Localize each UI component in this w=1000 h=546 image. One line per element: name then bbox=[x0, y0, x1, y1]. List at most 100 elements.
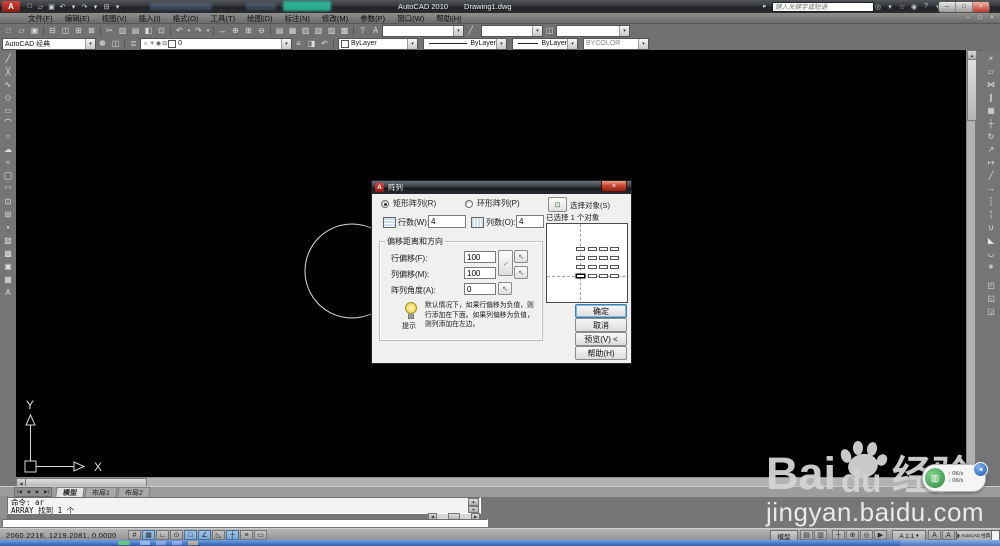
doc-restore-button[interactable]: □ bbox=[974, 15, 986, 21]
join-icon[interactable]: ∪ bbox=[985, 221, 998, 234]
markup-icon[interactable]: ▨ bbox=[325, 25, 338, 37]
minimize-button[interactable]: ─ bbox=[939, 2, 956, 12]
make-block-icon[interactable]: ⊞ bbox=[2, 208, 15, 221]
brush-icon[interactable]: ╱ bbox=[464, 25, 477, 37]
spline-icon[interactable]: ≈ bbox=[2, 156, 15, 169]
ui-lock-icon[interactable]: ◫ bbox=[109, 38, 122, 50]
hatch-icon[interactable]: ▨ bbox=[2, 234, 15, 247]
preview-button[interactable]: 预览(V) < bbox=[575, 332, 627, 346]
fillet-icon[interactable]: ◡ bbox=[985, 247, 998, 260]
polar-array-radio[interactable] bbox=[465, 200, 473, 208]
polar-toggle[interactable]: ⊙ bbox=[170, 530, 183, 540]
chevron-down-icon[interactable]: ▾ bbox=[453, 25, 463, 36]
point-icon[interactable]: • bbox=[2, 221, 15, 234]
stretch-icon[interactable]: ↦ bbox=[985, 156, 998, 169]
mtext-icon[interactable]: A bbox=[2, 286, 15, 299]
menu-item[interactable]: 窗口(W) bbox=[391, 13, 430, 23]
circle-icon[interactable]: ○ bbox=[2, 130, 15, 143]
menu-item[interactable]: 绘图(D) bbox=[241, 13, 278, 23]
export-dwf-icon[interactable]: ⊠ bbox=[85, 25, 98, 37]
ellipse-icon[interactable]: ◯ bbox=[2, 169, 15, 182]
dialog-title-bar[interactable]: A 阵列 × bbox=[372, 181, 631, 194]
paste-icon[interactable]: ▤ bbox=[129, 25, 142, 37]
publish-icon[interactable]: ⊞ bbox=[72, 25, 85, 37]
column-offset-input[interactable] bbox=[464, 267, 496, 279]
ok-button[interactable]: 确定 bbox=[575, 304, 627, 318]
osnap-toggle[interactable]: □ bbox=[184, 530, 197, 540]
layer-previous-icon[interactable]: ↶ bbox=[318, 38, 331, 50]
break-at-point-icon[interactable]: ┆ bbox=[985, 195, 998, 208]
text-style-combo[interactable]: ▾ bbox=[382, 24, 464, 37]
region-icon[interactable]: ▣ bbox=[2, 260, 15, 273]
help-icon[interactable]: ? bbox=[920, 1, 932, 12]
menu-item[interactable]: 文件(F) bbox=[22, 13, 59, 23]
chevron-down-icon[interactable]: ▾ bbox=[567, 38, 577, 49]
plot-preview-icon[interactable]: ◫ bbox=[59, 25, 72, 37]
trim-icon[interactable]: ╱ bbox=[985, 169, 998, 182]
cancel-button[interactable]: 取消 bbox=[575, 318, 627, 332]
menu-item[interactable]: 插入(I) bbox=[133, 13, 167, 23]
layer-combo[interactable]: ☼ ☀ ◉ ⊟ 0 ▾ bbox=[140, 37, 292, 50]
dialog-close-button[interactable]: × bbox=[601, 181, 627, 192]
table-icon[interactable]: ▦ bbox=[2, 273, 15, 286]
menu-item[interactable]: 帮助(H) bbox=[430, 13, 467, 23]
plot-icon[interactable]: ⊟ bbox=[101, 1, 112, 12]
autoscale-icon[interactable]: A bbox=[942, 530, 955, 540]
zoom-realtime-icon[interactable]: ⊕ bbox=[229, 25, 242, 37]
select-objects-button[interactable]: ⊡ bbox=[548, 197, 567, 212]
lineweight-combo[interactable]: ByLayer ▾ bbox=[512, 37, 578, 50]
qat-caret-icon[interactable]: ▾ bbox=[112, 1, 123, 12]
steeringwheel-icon[interactable]: ◎ bbox=[860, 530, 873, 540]
communication-icon[interactable]: ◉ bbox=[908, 1, 920, 12]
dim-style-combo[interactable]: ▾ bbox=[481, 24, 543, 37]
send-to-back-icon[interactable]: ◱ bbox=[985, 292, 998, 305]
menu-item[interactable]: 修改(M) bbox=[316, 13, 354, 23]
scroll-up-icon[interactable]: ▲ bbox=[468, 498, 479, 506]
quickcalc-icon[interactable]: ▩ bbox=[338, 25, 351, 37]
break-icon[interactable]: ╎ bbox=[985, 208, 998, 221]
search-caret-icon[interactable]: ▾ bbox=[884, 1, 896, 12]
chevron-down-icon[interactable]: ▾ bbox=[407, 38, 417, 49]
canvas-vertical-scrollbar[interactable]: ▲ ▼ bbox=[966, 50, 977, 488]
zoom-window-icon[interactable]: ⊞ bbox=[242, 25, 255, 37]
save-icon[interactable]: ▣ bbox=[46, 1, 57, 12]
widget-badge-icon[interactable]: ◄ bbox=[973, 462, 988, 477]
otrack-toggle[interactable]: ∠ bbox=[198, 530, 211, 540]
chevron-down-icon[interactable]: ▾ bbox=[85, 38, 95, 49]
doc-minimize-button[interactable]: ─ bbox=[962, 15, 974, 21]
close-button[interactable]: × bbox=[973, 2, 989, 12]
infocenter-expand-icon[interactable]: ▸ bbox=[763, 2, 767, 10]
save-icon[interactable]: ▣ bbox=[28, 25, 41, 37]
help-icon[interactable]: ? bbox=[356, 25, 369, 37]
arc-icon[interactable]: ⌒ bbox=[2, 117, 15, 130]
table-style-icon[interactable]: ◫ bbox=[543, 25, 556, 37]
layer-plot-icon[interactable]: ⊟ bbox=[162, 40, 167, 47]
plotstyle-combo[interactable]: BYCOLOR ▾ bbox=[583, 37, 649, 50]
copy-icon[interactable]: ▥ bbox=[116, 25, 129, 37]
help-button[interactable]: 帮助(H) bbox=[575, 346, 627, 360]
chamfer-icon[interactable]: ◣ bbox=[985, 234, 998, 247]
scroll-down-icon[interactable]: ▼ bbox=[468, 505, 479, 513]
annotation-visibility-icon[interactable]: A bbox=[928, 530, 941, 540]
infocenter-search-input[interactable] bbox=[772, 2, 874, 12]
match-properties-icon[interactable]: ◧ bbox=[142, 25, 155, 37]
pan-icon[interactable]: ↔ bbox=[216, 25, 229, 37]
undo-icon[interactable]: ↶ bbox=[173, 25, 186, 37]
pick-row-offset-button[interactable]: ↖ bbox=[514, 250, 528, 263]
first-tab-button[interactable]: |◀ bbox=[15, 489, 24, 495]
open-icon[interactable]: ▱ bbox=[15, 25, 28, 37]
explode-icon[interactable]: ∗ bbox=[985, 260, 998, 273]
table-style-combo[interactable]: ▾ bbox=[556, 24, 630, 37]
quickview-drawings-icon[interactable]: ▥ bbox=[814, 530, 827, 540]
new-icon[interactable]: □ bbox=[2, 25, 15, 37]
ortho-toggle[interactable]: ∟ bbox=[156, 530, 169, 540]
chevron-down-icon[interactable]: ▾ bbox=[496, 38, 506, 49]
qp-toggle[interactable]: ▭ bbox=[254, 530, 267, 540]
workspace-combo[interactable]: AutoCAD 经典 ▾ bbox=[2, 37, 96, 50]
chevron-down-icon[interactable]: ▾ bbox=[532, 25, 542, 36]
gradient-icon[interactable]: ▩ bbox=[2, 247, 15, 260]
snap-toggle[interactable]: # bbox=[128, 530, 141, 540]
chevron-down-icon[interactable]: ▾ bbox=[281, 38, 291, 49]
workspace-settings-icon[interactable]: ☸ bbox=[96, 38, 109, 50]
lwt-toggle[interactable]: ≡ bbox=[240, 530, 253, 540]
